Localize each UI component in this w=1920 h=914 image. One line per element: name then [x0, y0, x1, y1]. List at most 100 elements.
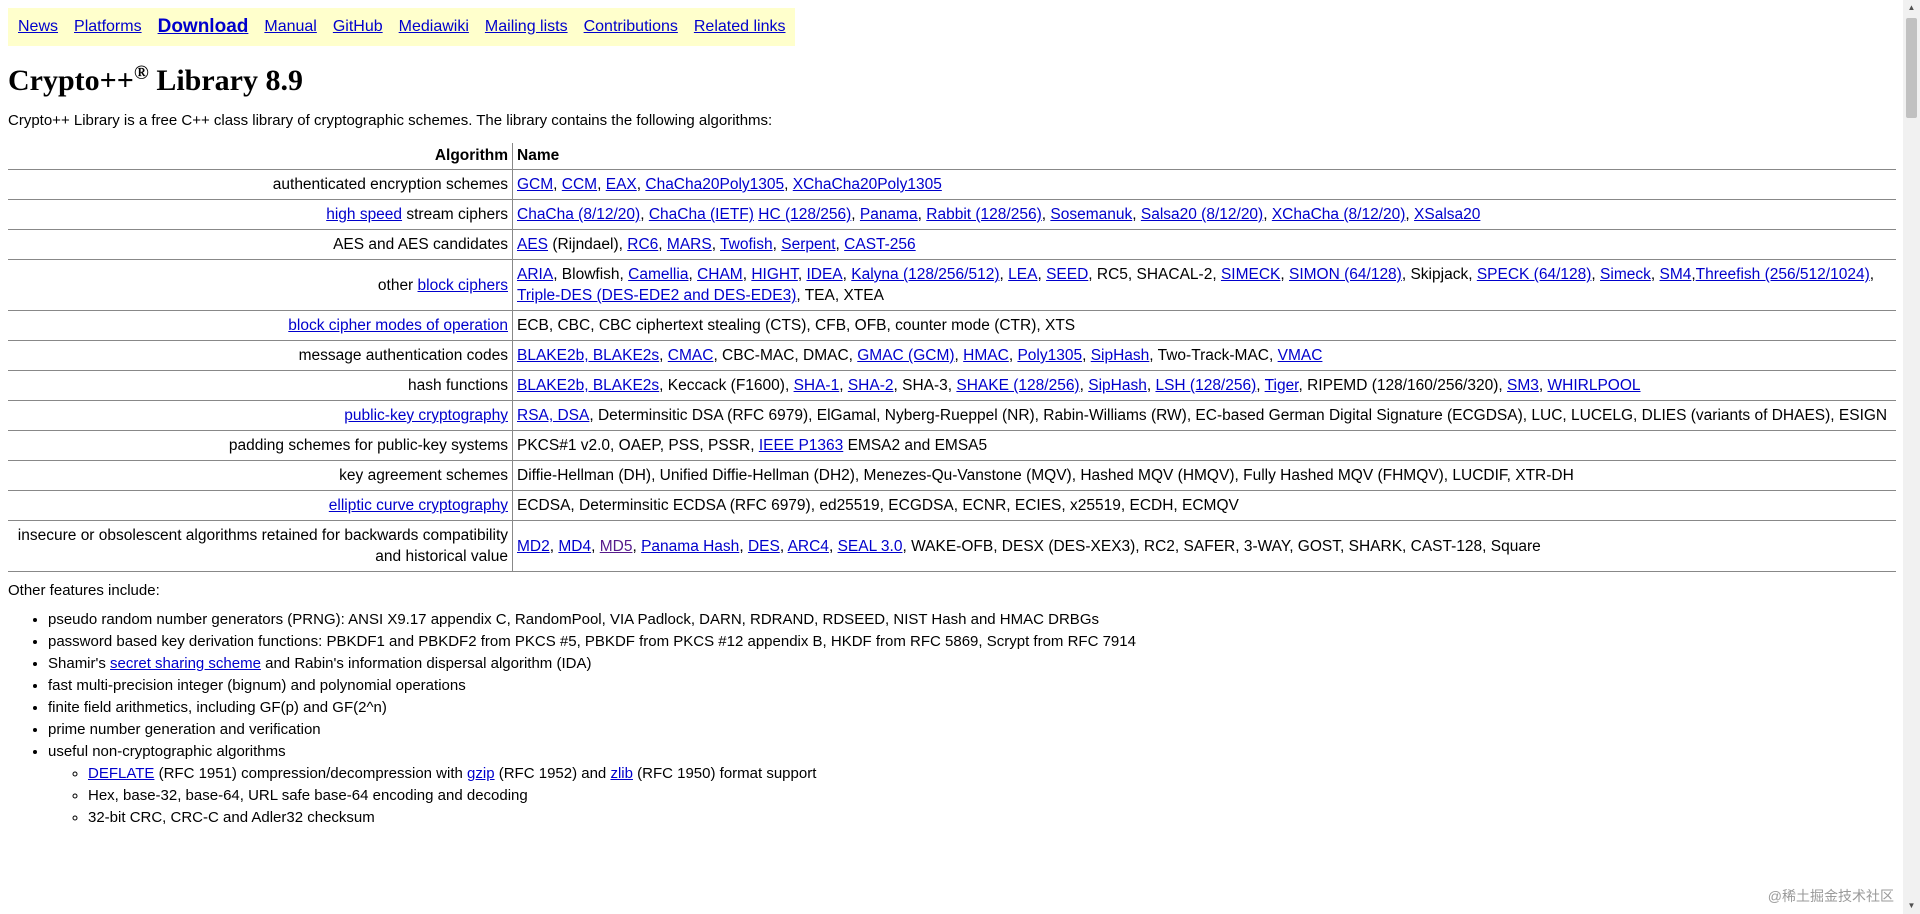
intro-text: Crypto++ Library is a free C++ class lib…	[8, 112, 773, 129]
link[interactable]: IDEA	[806, 266, 842, 283]
vertical-scrollbar[interactable]: ▲ ▼	[1903, 0, 1920, 914]
link[interactable]: Sosemanuk	[1050, 206, 1132, 223]
table-row: message authentication codes BLAKE2b, BLA…	[8, 340, 1896, 371]
link[interactable]: Camellia	[628, 266, 688, 283]
link[interactable]: BLAKE2b, BLAKE2s	[517, 347, 659, 364]
link[interactable]: SipHash	[1091, 347, 1150, 364]
link[interactable]: BLAKE2b, BLAKE2s	[517, 377, 659, 394]
link[interactable]: SIMON (64/128)	[1289, 266, 1402, 283]
link[interactable]: block ciphers	[418, 277, 508, 294]
link[interactable]: Tiger	[1265, 377, 1299, 394]
link[interactable]: EAX	[606, 176, 637, 193]
link[interactable]: Triple-DES (DES-EDE2 and DES-EDE3)	[517, 287, 796, 304]
link[interactable]: MD2	[517, 538, 550, 555]
link[interactable]: GCM	[517, 176, 553, 193]
link[interactable]: XChaCha20Poly1305	[793, 176, 942, 193]
link[interactable]: XChaCha (8/12/20)	[1272, 206, 1406, 223]
table-row: block cipher modes of operation ECB, CBC,…	[8, 310, 1896, 341]
text: Shamir's	[48, 655, 111, 672]
link[interactable]: HIGHT	[751, 266, 798, 283]
link[interactable]: CMAC	[668, 347, 714, 364]
link[interactable]: DES	[748, 538, 780, 555]
text: Hex, base-32, base-64, URL safe base-64 …	[88, 787, 528, 804]
link[interactable]: LSH (128/256)	[1155, 377, 1256, 394]
link[interactable]: SIMECK	[1221, 266, 1280, 283]
nav-link-github[interactable]: GitHub	[333, 18, 383, 36]
link[interactable]: ChaCha (8/12/20)	[517, 206, 640, 223]
scroll-down-arrow-icon[interactable]: ▼	[1903, 898, 1920, 914]
link[interactable]: SHA-1	[794, 377, 840, 394]
link[interactable]: Serpent	[781, 236, 835, 253]
nav-link-news[interactable]: News	[18, 18, 58, 36]
text: pseudo random number generators (PRNG): …	[48, 611, 1099, 628]
link[interactable]: Poly1305	[1017, 347, 1082, 364]
nav-link-mediawiki[interactable]: Mediawiki	[399, 18, 469, 36]
algorithm-category: AES and AES candidates	[8, 229, 513, 260]
link[interactable]: Kalyna (128/256/512)	[851, 266, 999, 283]
link[interactable]: ARIA	[517, 266, 553, 283]
algorithm-category: padding schemes for public-key systems	[8, 430, 513, 461]
text: ,	[954, 347, 964, 364]
nav-link-contributions[interactable]: Contributions	[584, 18, 678, 36]
link[interactable]: MD4	[558, 538, 591, 555]
link[interactable]: CAST-256	[844, 236, 916, 253]
link[interactable]: ChaCha (IETF)	[649, 206, 754, 223]
link[interactable]: ARC4	[788, 538, 829, 555]
link[interactable]: VMAC	[1278, 347, 1323, 364]
link[interactable]: CHAM	[697, 266, 743, 283]
link[interactable]: MD5	[600, 538, 633, 555]
link[interactable]: XSalsa20	[1414, 206, 1480, 223]
link[interactable]: SM4	[1659, 266, 1691, 283]
link[interactable]: high speed	[326, 206, 402, 223]
link[interactable]: SPECK (64/128)	[1477, 266, 1592, 283]
link[interactable]: MARS	[667, 236, 712, 253]
link[interactable]: Panama Hash	[641, 538, 739, 555]
link[interactable]: SEAL 3.0	[838, 538, 903, 555]
nav-link-download[interactable]: Download	[158, 16, 249, 38]
link[interactable]: Threefish (256/512/1024)	[1696, 266, 1870, 283]
link[interactable]: SEED	[1046, 266, 1088, 283]
scroll-up-arrow-icon[interactable]: ▲	[1903, 0, 1920, 16]
link[interactable]: secret sharing scheme	[110, 655, 261, 672]
link[interactable]: gzip	[467, 765, 495, 782]
link[interactable]: IEEE P1363	[759, 437, 843, 454]
link[interactable]: LEA	[1008, 266, 1037, 283]
text: ,	[640, 206, 649, 223]
link[interactable]: RC6	[627, 236, 658, 253]
link[interactable]: DEFLATE	[88, 765, 154, 782]
scroll-thumb[interactable]	[1906, 18, 1917, 118]
link[interactable]: elliptic curve cryptography	[329, 497, 508, 514]
link[interactable]: HC (128/256)	[758, 206, 851, 223]
link[interactable]: HMAC	[963, 347, 1009, 364]
link[interactable]: Panama	[860, 206, 918, 223]
nav-link-manual[interactable]: Manual	[264, 18, 316, 36]
link[interactable]: GMAC (GCM)	[857, 347, 954, 364]
text: (RFC 1952) and	[494, 765, 611, 782]
nav-link-related-links[interactable]: Related links	[694, 18, 786, 36]
nav-link-mailing-lists[interactable]: Mailing lists	[485, 18, 568, 36]
link[interactable]: SipHash	[1088, 377, 1147, 394]
algorithm-category: key agreement schemes	[8, 460, 513, 491]
link[interactable]: Rabbit (128/256)	[926, 206, 1041, 223]
link[interactable]: block cipher modes of operation	[288, 317, 508, 334]
link[interactable]: SHA-2	[848, 377, 894, 394]
link[interactable]: AES	[517, 236, 548, 253]
link[interactable]: Simeck	[1600, 266, 1651, 283]
link[interactable]: public-key cryptography	[344, 407, 508, 424]
link[interactable]: zlib	[610, 765, 633, 782]
link[interactable]: ChaCha20Poly1305	[645, 176, 784, 193]
link[interactable]: Salsa20 (8/12/20)	[1141, 206, 1263, 223]
link[interactable]: Twofish	[720, 236, 773, 253]
link[interactable]: SM3	[1507, 377, 1539, 394]
nav-link-platforms[interactable]: Platforms	[74, 18, 142, 36]
content: News Platforms Download Manual GitHub Mediawi…	[8, 8, 1896, 829]
text: , WAKE-OFB, DESX (DES-XEX3), RC2, SAFER,…	[902, 537, 1541, 555]
text: ,	[784, 176, 793, 193]
link[interactable]: RSA, DSA	[517, 407, 589, 424]
link[interactable]: CCM	[562, 176, 597, 193]
text: , Two-Track-MAC,	[1149, 347, 1278, 364]
text: , Skipjack,	[1401, 266, 1477, 283]
text: (Rijndael),	[548, 236, 628, 253]
link[interactable]: SHAKE (128/256)	[956, 377, 1079, 394]
link[interactable]: WHIRLPOOL	[1548, 377, 1641, 394]
